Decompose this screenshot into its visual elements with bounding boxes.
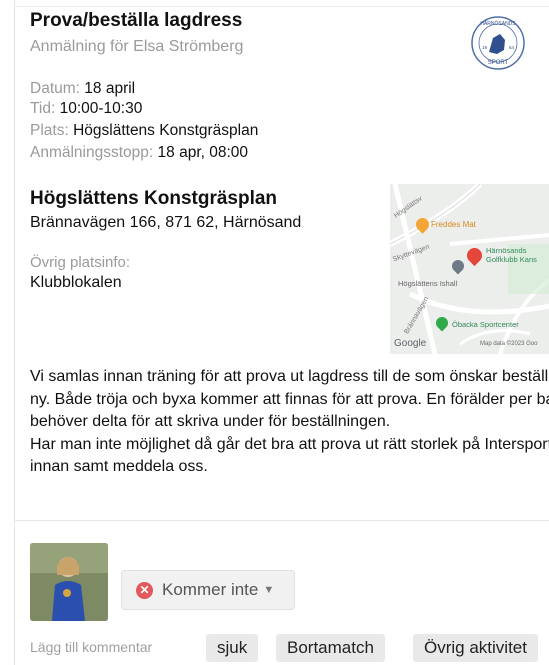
place-row: Plats: Högslättens Konstgräsplan	[30, 122, 259, 139]
extra-info-value: Klubblokalen	[30, 274, 122, 291]
decline-icon: ✕	[136, 581, 153, 599]
event-title: Prova/beställa lagdress	[30, 10, 243, 31]
date-row: Datum: 18 april	[30, 80, 136, 97]
club-logo: HÄRNÖSANDS SPORT 19 64	[471, 16, 525, 70]
map-poi-label: Golfklubb Kans	[486, 255, 537, 264]
location-address: Brännavägen 166, 871 62, Härnösand	[30, 214, 302, 231]
map-poi-label: Härnösands	[486, 246, 527, 255]
svg-text:19: 19	[482, 45, 488, 50]
location-map[interactable]: Högslättsv Skyttevägen Brännavägen Fredd…	[390, 184, 549, 354]
section-divider	[14, 520, 549, 521]
map-poi-label: Öbacka Sportcenter	[452, 320, 519, 329]
deadline-row: Anmälningsstopp: 18 apr, 08:00	[30, 144, 249, 161]
add-comment-label[interactable]: Lägg till kommentar	[30, 639, 152, 655]
description-paragraph: Har man inte möjlighet då går det bra at…	[30, 435, 549, 476]
svg-text:HÄRNÖSANDS: HÄRNÖSANDS	[480, 20, 516, 27]
svg-text:SPORT: SPORT	[488, 60, 509, 66]
google-logo: Google	[394, 338, 427, 349]
map-poi-label: Freddes Mat	[431, 220, 476, 229]
top-divider	[14, 6, 549, 7]
attendance-status-dropdown[interactable]: ✕ Kommer inte ▼	[121, 570, 295, 610]
map-poi-label: Högslättens Ishall	[398, 279, 458, 288]
attendance-status-label: Kommer inte	[162, 580, 259, 599]
quick-comment-other-activity[interactable]: Övrig aktivitet	[413, 634, 538, 662]
description-paragraph: Vi samlas innan träning för att prova ut…	[30, 368, 549, 430]
event-subtitle: Anmälning för Elsa Strömberg	[30, 38, 244, 55]
quick-comment-away-match[interactable]: Bortamatch	[276, 634, 385, 662]
chevron-down-icon: ▼	[263, 584, 275, 596]
avatar	[30, 543, 108, 621]
svg-text:64: 64	[509, 45, 515, 50]
extra-info-label: Övrig platsinfo:	[30, 254, 131, 271]
time-row: Tid: 10:00-10:30	[30, 100, 143, 117]
location-title: Högslättens Konstgräsplan	[30, 188, 278, 209]
event-description: Vi samlas innan träning för att prova ut…	[30, 366, 549, 479]
map-attribution: Map data ©2023 Goo	[480, 341, 538, 347]
quick-comment-sick[interactable]: sjuk	[206, 634, 259, 662]
